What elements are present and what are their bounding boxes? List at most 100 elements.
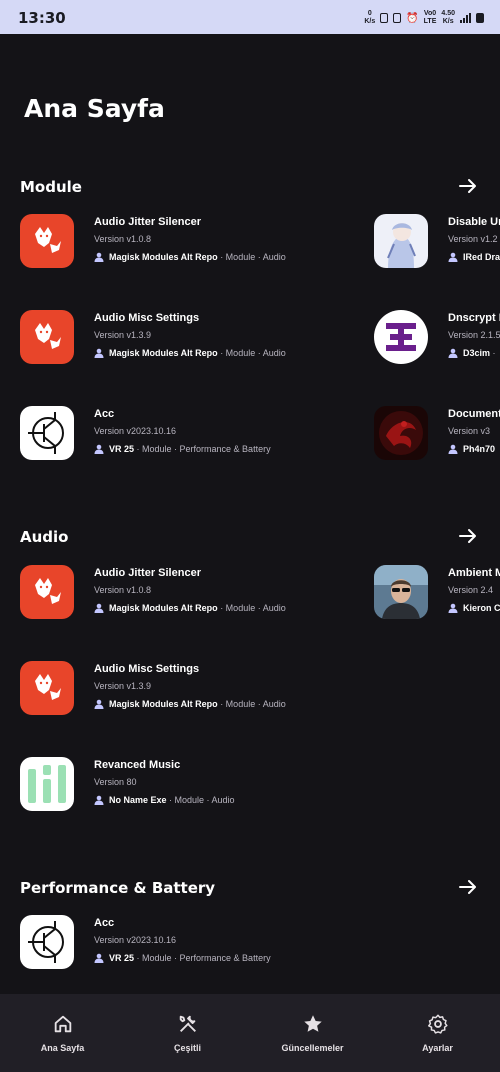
person-icon [448,444,458,454]
module-meta: D3cim · [448,348,496,358]
module-version: Version v2023.10.16 [94,426,177,436]
module-card[interactable]: Acc Version v2023.10.16 VR 25 · Module ·… [20,915,360,985]
module-version: Version 2.4 [448,585,494,595]
section-module: Module Audio Jitter Silencer Version v1.… [0,172,500,472]
module-meta: IRed Dra [448,252,500,262]
nav-item-home[interactable]: Ana Sayfa [0,994,125,1072]
module-card[interactable]: Document Version v3 Ph4n70 [374,406,500,476]
module-version: Version 80 [94,777,137,787]
status-bar: 13:30 0 K/s ⏰ Vo0 LTE 4.50 K/s [0,0,500,34]
section-header[interactable]: Audio [0,522,500,552]
module-author: Kieron C [463,603,500,613]
module-tags: · Module · Audio [217,699,286,709]
module-card[interactable]: Ambient M Version 2.4 Kieron C [374,565,500,635]
section-performance-battery: Performance & Battery Acc Version v2023.… [0,873,500,983]
module-card[interactable]: Acc Version v2023.10.16 VR 25 · Module ·… [20,406,360,476]
nav-label: Ayarlar [422,1043,453,1053]
status-icons: 0 K/s ⏰ Vo0 LTE 4.50 K/s [364,10,484,26]
module-card[interactable]: Audio Misc Settings Version v1.3.9 Magis… [20,661,360,731]
module-name: Dnscrypt P [448,312,500,324]
network-speed: 0 K/s [364,10,376,25]
nav-label: Çeşitli [173,1043,201,1053]
section-audio: Audio Audio Jitter Silencer Version v1.0… [0,522,500,822]
home-icon [54,1015,71,1033]
fox-icon [20,310,74,364]
module-version: Version v1.3.9 [94,681,152,691]
screenshot-icon [393,13,402,23]
module-version: Version v1.0.8 [94,234,152,244]
module-author: VR 25 [109,444,135,454]
transistor-icon [20,406,74,460]
battery-saver-icon [380,13,389,23]
module-name: Audio Misc Settings [94,663,200,675]
module-card[interactable]: Audio Jitter Silencer Version v1.0.8 Mag… [20,214,360,284]
nav-item-settings[interactable]: Ayarlar [375,994,500,1072]
bars-logo-icon [20,757,74,811]
data-rate: 4.50 K/s [441,10,455,25]
nav-item-misc[interactable]: Çeşitli [125,994,250,1072]
module-author: Magisk Modules Alt Repo [109,252,218,262]
bottom-navigation: Ana Sayfa Çeşitli Güncellemeler Ayarlar [0,994,500,1072]
page-title: Ana Sayfa [24,94,165,123]
person-icon [448,252,458,262]
signal-icon [460,13,471,23]
module-name: Acc [94,917,115,929]
module-card[interactable]: Revanced Music Version 80 No Name Exe · … [20,757,360,827]
module-name: Ambient M [448,567,500,579]
module-tags: · Module · Audio [217,348,286,358]
module-meta: Magisk Modules Alt Repo · Module · Audio [94,348,286,358]
module-author: Magisk Modules Alt Repo [109,603,218,613]
module-name: Document [448,408,500,420]
person-icon [448,348,458,358]
person-icon [94,348,104,358]
person-icon [94,795,104,805]
star-icon [303,1015,322,1032]
module-author: VR 25 [109,953,135,963]
anime-girl-avatar-icon [374,214,428,268]
section-header[interactable]: Performance & Battery [0,873,500,903]
dnscrypt-logo-icon [374,310,428,364]
module-tags: · Module · Audio [217,603,286,613]
module-name: Audio Misc Settings [94,312,200,324]
network-type: Vo0 LTE [423,10,437,25]
module-meta: VR 25 · Module · Performance & Battery [94,953,271,963]
module-card[interactable]: Dnscrypt P Version 2.1.5 D3cim · [374,310,500,380]
module-tags: · Module · Audio [217,252,286,262]
module-name: Acc [94,408,115,420]
nav-item-updates[interactable]: Güncellemeler [250,994,375,1072]
section-header[interactable]: Module [0,172,500,202]
module-version: Version v3 [448,426,491,436]
fox-icon [20,565,74,619]
arrow-right-icon[interactable] [456,524,480,548]
status-time: 13:30 [18,9,66,27]
module-card[interactable]: Disable Un Version v1.2 IRed Dra [374,214,500,284]
module-author: Magisk Modules Alt Repo [109,699,218,709]
module-author: Ph4n70 [463,444,496,454]
module-name: Disable Un [448,216,500,228]
module-meta: Kieron C [448,603,500,613]
module-author: No Name Exe [109,795,167,805]
module-author: IRed Dra [463,252,500,262]
module-version: Version v2023.10.16 [94,935,177,945]
alarm-icon: ⏰ [406,12,419,24]
module-author: Magisk Modules Alt Repo [109,348,218,358]
module-version: Version v1.2 [448,234,498,244]
person-icon [448,603,458,613]
module-tags: · Module · Performance & Battery [134,444,271,454]
module-name: Audio Jitter Silencer [94,216,201,228]
module-meta: Magisk Modules Alt Repo · Module · Audio [94,603,286,613]
tools-icon [179,1015,196,1032]
red-dragon-icon [374,406,428,460]
person-icon [94,603,104,613]
nav-label: Ana Sayfa [40,1043,85,1053]
arrow-right-icon[interactable] [456,174,480,198]
module-card[interactable]: Audio Jitter Silencer Version v1.0.8 Mag… [20,565,360,635]
man-sunglasses-avatar-icon [374,565,428,619]
arrow-right-icon[interactable] [456,875,480,899]
module-version: Version 2.1.5 [448,330,500,340]
module-tags: · Module · Performance & Battery [134,953,271,963]
module-card[interactable]: Audio Misc Settings Version v1.3.9 Magis… [20,310,360,380]
gear-icon [427,1014,448,1034]
transistor-icon [20,915,74,969]
person-icon [94,252,104,262]
